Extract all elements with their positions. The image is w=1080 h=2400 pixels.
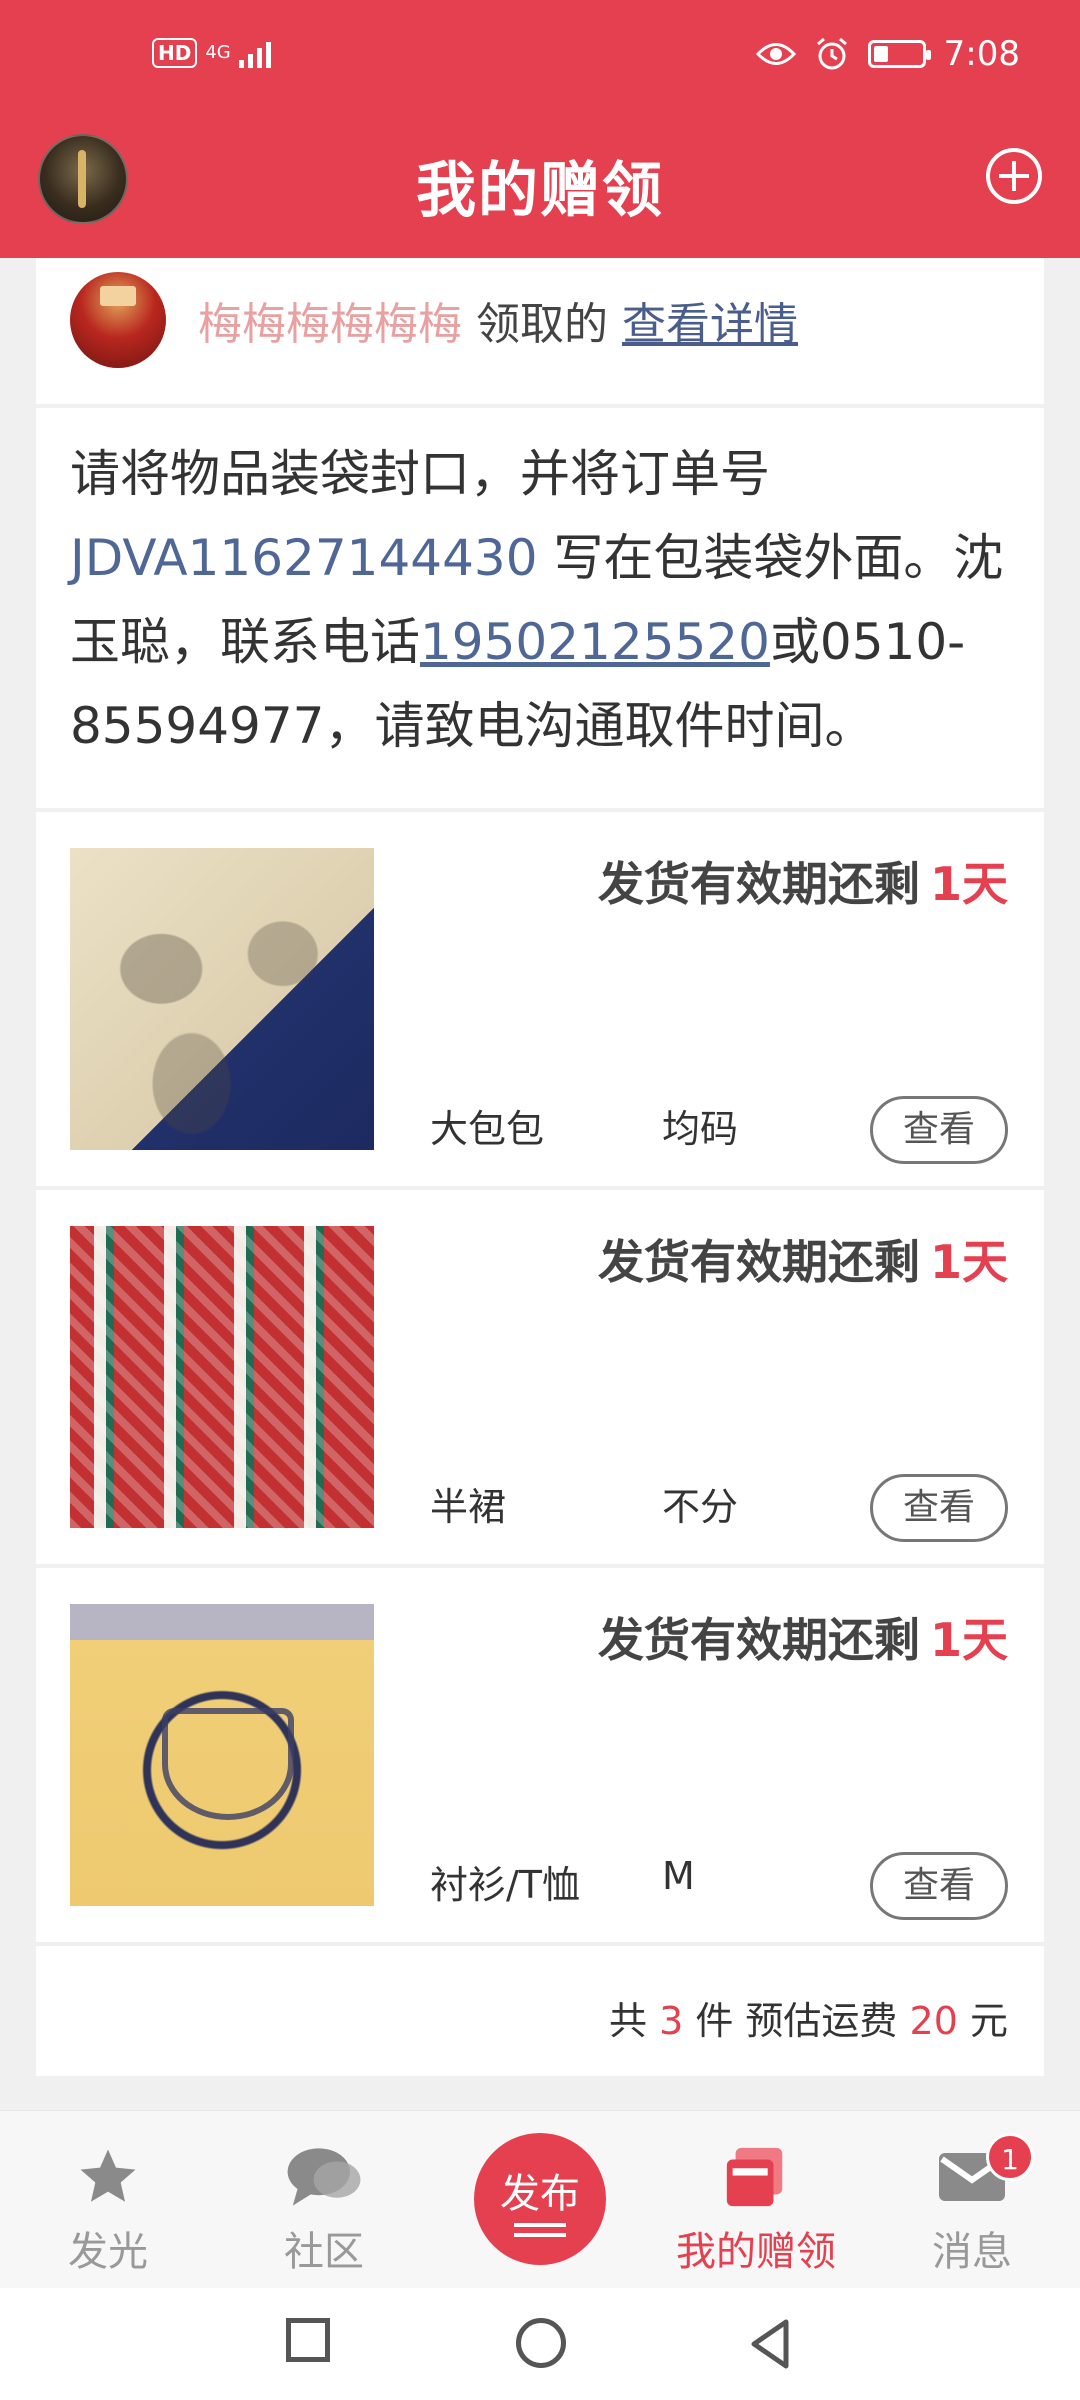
expire-label: 发货有效期还剩: [597, 1235, 920, 1289]
battery-icon: [867, 40, 931, 68]
tab-label: 发光: [68, 2229, 148, 2275]
item-photo-skirt[interactable]: [70, 1226, 374, 1528]
expire-days: 1天: [929, 1235, 1008, 1289]
network-status: HD 4G: [152, 38, 271, 68]
clock: 7:08: [943, 34, 1020, 74]
recent-apps-button[interactable]: [286, 2318, 330, 2362]
tab-label: 我的赠领: [676, 2229, 836, 2275]
publish-label: 发布: [500, 2171, 580, 2217]
summary-text: 共 3 件 预估运费 20 元: [609, 1990, 1008, 2045]
item-name: 大包包: [430, 1107, 545, 1151]
network-type: 4G: [205, 42, 231, 63]
item-name: 衬衫/T恤: [430, 1863, 581, 1907]
add-button[interactable]: [986, 148, 1042, 204]
star-icon: [80, 2149, 136, 2202]
item-photo-bag[interactable]: [70, 848, 374, 1150]
expire-info: 发货有效期还剩 1天: [598, 1226, 1008, 1292]
expire-label: 发货有效期还剩: [597, 857, 920, 911]
claimer-action: 领取的: [476, 299, 608, 350]
item-size: 均码: [662, 1107, 739, 1151]
battery-level: [873, 46, 888, 62]
tab-messages[interactable]: 1 消息: [892, 2133, 1052, 2277]
page-title: 我的赠领: [416, 156, 664, 226]
unread-badge: 1: [986, 2133, 1034, 2181]
tab-glow[interactable]: 发光: [28, 2139, 188, 2277]
item-name: 半裙: [430, 1485, 507, 1529]
alarm-icon: [816, 37, 847, 70]
order-number: JDVA11627144430: [70, 529, 538, 587]
view-button[interactable]: 查看: [870, 1096, 1008, 1164]
shipping-fee: 20: [909, 1999, 958, 2043]
summary-mid: 件 预估运费: [695, 1999, 898, 2043]
claimer-row: 梅梅梅梅梅梅 领取的 查看详情: [36, 258, 1044, 404]
shipping-notice: 请将物品装袋封口，并将订单号 JDVA11627144430 写在包装袋外面。沈…: [36, 408, 1044, 808]
expire-days: 1天: [929, 1613, 1008, 1667]
view-button[interactable]: 查看: [870, 1474, 1008, 1542]
item-count: 3: [659, 1999, 684, 2043]
item-size: 不分: [662, 1485, 739, 1529]
view-button[interactable]: 查看: [870, 1852, 1008, 1920]
summary-prefix: 共: [608, 1999, 647, 2043]
claimer-name[interactable]: 梅梅梅梅梅梅: [198, 299, 462, 350]
item-card: 发货有效期还剩 1天 衬衫/T恤 M 查看: [36, 1568, 1044, 1942]
phone-link[interactable]: 19502125520: [420, 613, 770, 671]
view-details-link[interactable]: 查看详情: [622, 299, 798, 350]
order-summary: 共 3 件 预估运费 20 元: [36, 1946, 1044, 2076]
claimer-text: 梅梅梅梅梅梅 领取的 查看详情: [198, 288, 798, 352]
publish-button[interactable]: 发布: [474, 2133, 606, 2265]
chat-bubble-icon: [287, 2148, 361, 2206]
system-nav-bar: [0, 2288, 1080, 2400]
item-card: 发货有效期还剩 1天 大包包 均码 查看: [36, 812, 1044, 1186]
item-photo-shirt[interactable]: [70, 1604, 374, 1906]
item-card: 发货有效期还剩 1天 半裙 不分 查看: [36, 1190, 1044, 1564]
tab-label: 社区: [284, 2229, 364, 2275]
app-header: 我的赠领: [0, 120, 1080, 258]
tab-community[interactable]: 社区: [244, 2139, 404, 2277]
expire-info: 发货有效期还剩 1天: [598, 848, 1008, 914]
tab-my-claims[interactable]: 我的赠领: [676, 2139, 836, 2277]
order-content: 梅梅梅梅梅梅 领取的 查看详情 请将物品装袋封口，并将订单号 JDVA1162714…: [36, 258, 1044, 2080]
gift-box-icon: [726, 2147, 783, 2207]
notice-prefix: 请将物品装袋封口，并将订单号: [70, 445, 770, 503]
eye-icon: [755, 43, 796, 65]
signal-icon: [238, 38, 271, 68]
claimer-avatar[interactable]: [70, 272, 166, 368]
hd-badge: HD: [152, 38, 198, 68]
expire-label: 发货有效期还剩: [597, 1613, 920, 1667]
item-size: M: [662, 1854, 695, 1898]
expire-info: 发货有效期还剩 1天: [598, 1604, 1008, 1670]
back-button[interactable]: [748, 2318, 792, 2370]
expire-days: 1天: [929, 857, 1008, 911]
currency-unit: 元: [969, 1999, 1008, 2043]
tab-label: 消息: [932, 2229, 1012, 2275]
publish-icon: [514, 2223, 566, 2243]
bottom-tab-bar: 发光 社区 发布 我的赠领 1 消息: [0, 2110, 1080, 2289]
home-button[interactable]: [516, 2318, 566, 2368]
status-bar: HD 4G 7:08: [0, 0, 1080, 120]
